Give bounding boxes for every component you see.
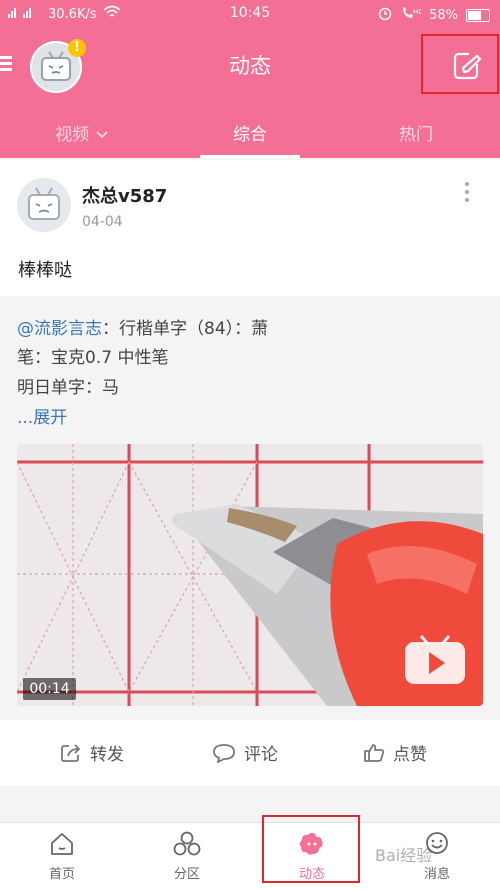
nav-category-label: 分区 xyxy=(173,867,200,882)
tab-hot-label: 热门 xyxy=(399,125,433,145)
comment-label: 评论 xyxy=(244,745,278,765)
edit-icon xyxy=(453,52,482,80)
home-icon xyxy=(51,833,73,855)
battery-icon xyxy=(466,8,490,22)
share-icon xyxy=(61,743,81,762)
play-icon[interactable] xyxy=(403,630,467,692)
nav-home[interactable]: 首页 xyxy=(27,831,97,882)
repost-block[interactable]: @流影言志：行楷单字（84）：萧 笔：宝克0.7 中性笔 明日单字：马 ...展… xyxy=(0,296,500,720)
like-button[interactable]: 点赞 xyxy=(363,740,427,765)
like-label: 点赞 xyxy=(393,745,427,765)
compose-button[interactable] xyxy=(421,34,499,94)
battery-percent: 58% xyxy=(429,7,458,23)
thumbs-up-icon xyxy=(364,743,385,762)
status-bar: 30.6K/s 10:45 HD 58% xyxy=(0,0,500,28)
expand-link[interactable]: ...展开 xyxy=(17,403,67,428)
video-thumbnail[interactable]: 00:14 xyxy=(17,444,483,706)
tab-bar: 视频 综合 热门 xyxy=(0,116,500,158)
repost-line-2: 笔：宝克0.7 中性笔 xyxy=(17,348,169,368)
chevron-down-icon xyxy=(95,125,109,145)
tab-hot[interactable]: 热门 xyxy=(356,120,476,145)
tab-comprehensive-label: 综合 xyxy=(233,125,267,145)
expand-label: ...展开 xyxy=(17,408,68,428)
comment-button[interactable]: 评论 xyxy=(212,740,278,765)
comment-icon xyxy=(213,743,235,763)
post-author-avatar[interactable] xyxy=(17,178,71,232)
alarm-icon xyxy=(377,5,393,25)
nav-home-label: 首页 xyxy=(48,867,75,882)
post-actions: 转发 评论 点赞 xyxy=(0,726,500,780)
watermark: Bai经验 xyxy=(375,846,433,865)
post-author-name[interactable]: 杰总v587 xyxy=(82,182,167,208)
share-button[interactable]: 转发 xyxy=(60,740,124,765)
tab-video[interactable]: 视频 xyxy=(22,120,142,145)
tv-avatar-icon xyxy=(28,187,60,220)
active-tab-indicator xyxy=(200,155,300,158)
mention-link[interactable]: @流影言志 xyxy=(17,319,102,339)
more-options-icon[interactable] xyxy=(463,182,471,206)
tab-comprehensive[interactable]: 综合 xyxy=(190,120,310,145)
svg-text:HD: HD xyxy=(413,8,421,16)
tab-video-label: 视频 xyxy=(55,125,90,145)
hd-call-icon: HD xyxy=(401,6,424,24)
nav-highlight-box xyxy=(262,815,360,883)
video-duration: 00:14 xyxy=(23,678,76,700)
repost-line-3: 明日单字：马 xyxy=(17,378,119,398)
post-card: 杰总v587 04-04 棒棒哒 @流影言志：行楷单字（84）：萧 笔：宝克0.… xyxy=(0,160,500,786)
category-icon xyxy=(173,831,201,856)
app-header: ! 动态 视频 综合 热门 xyxy=(0,28,500,158)
post-date: 04-04 xyxy=(82,214,123,230)
repost-line-1: @流影言志：行楷单字（84）：萧 xyxy=(17,314,268,339)
repost-line-1-text: ：行楷单字（84）：萧 xyxy=(102,319,269,339)
share-label: 转发 xyxy=(90,745,124,765)
nav-category[interactable]: 分区 xyxy=(152,831,222,882)
post-text: 棒棒哒 xyxy=(18,260,72,281)
